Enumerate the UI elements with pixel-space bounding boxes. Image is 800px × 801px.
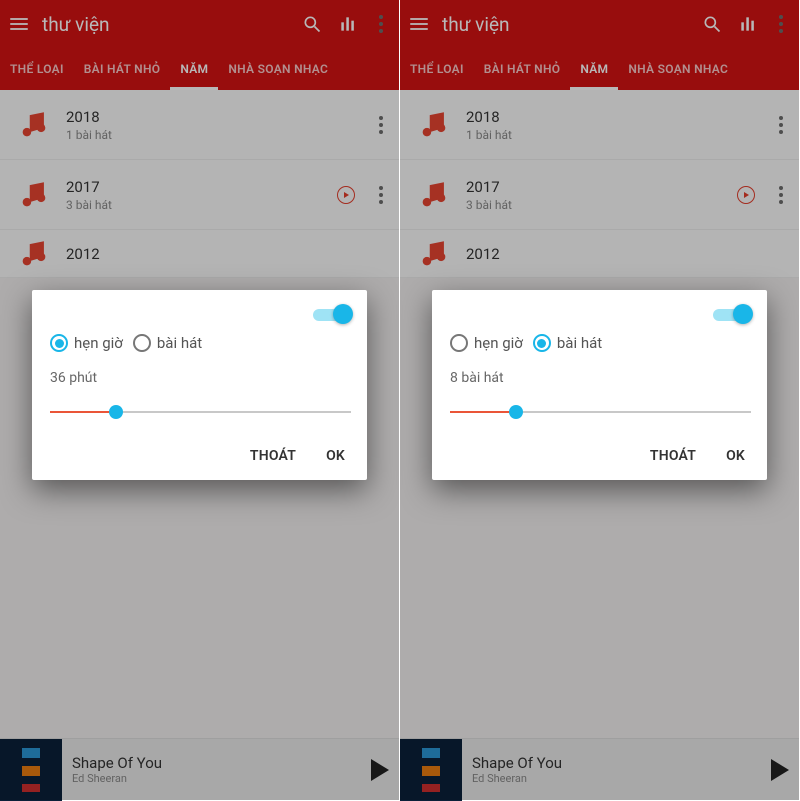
tab-composer[interactable]: NHÀ SOẠN NHẠC: [218, 48, 338, 90]
timer-enable-toggle[interactable]: [313, 304, 351, 324]
row-overflow-icon[interactable]: [773, 116, 789, 134]
year-list: 2018 1 bài hát 2017 3 bài hát 2012: [400, 90, 799, 278]
page-title: thư viện: [442, 13, 687, 36]
cancel-button[interactable]: THOÁT: [250, 448, 296, 464]
radio-group: hẹn giờ bài hát: [50, 334, 351, 352]
radio-songs[interactable]: [133, 334, 151, 352]
search-icon[interactable]: [701, 13, 723, 35]
list-item[interactable]: 2018 1 bài hát: [400, 90, 799, 160]
now-playing-artist: Ed Sheeran: [72, 772, 361, 785]
slider-value-label: 8 bài hát: [450, 370, 751, 386]
radio-group: hẹn giờ bài hát: [450, 334, 751, 352]
overflow-icon[interactable]: [773, 13, 789, 35]
now-playing-bar[interactable]: Shape Of You Ed Sheeran: [0, 738, 399, 800]
row-overflow-icon[interactable]: [373, 116, 389, 134]
radio-timer-label: hẹn giờ: [74, 334, 123, 352]
list-item[interactable]: 2012: [0, 230, 399, 278]
music-note-icon: [414, 234, 454, 274]
overflow-icon[interactable]: [373, 13, 389, 35]
screen-right: thư viện THỂ LOẠI BÀI HÁT NHỎ NĂM NHÀ SO…: [400, 0, 800, 800]
row-subtitle: 3 bài hát: [466, 198, 725, 212]
music-note-icon: [14, 175, 54, 215]
row-overflow-icon[interactable]: [373, 186, 389, 204]
search-icon[interactable]: [301, 13, 323, 35]
now-playing-artist: Ed Sheeran: [472, 772, 761, 785]
music-note-icon: [414, 175, 454, 215]
radio-timer-label: hẹn giờ: [474, 334, 523, 352]
now-playing-bar[interactable]: Shape Of You Ed Sheeran: [400, 738, 799, 800]
duration-slider[interactable]: [50, 404, 351, 420]
slider-value-label: 36 phút: [50, 370, 351, 386]
cancel-button[interactable]: THOÁT: [650, 448, 696, 464]
row-subtitle: 1 bài hát: [66, 128, 361, 142]
album-cover: [400, 739, 462, 801]
equalizer-icon[interactable]: [737, 13, 759, 35]
list-item[interactable]: 2012: [400, 230, 799, 278]
play-icon[interactable]: [737, 186, 755, 204]
row-title: 2017: [466, 178, 725, 196]
row-title: 2012: [466, 245, 789, 263]
play-button-icon[interactable]: [371, 759, 389, 781]
list-item[interactable]: 2017 3 bài hát: [0, 160, 399, 230]
radio-songs[interactable]: [533, 334, 551, 352]
play-icon[interactable]: [337, 186, 355, 204]
tab-genre[interactable]: THỂ LOẠI: [400, 48, 474, 90]
list-item[interactable]: 2017 3 bài hát: [400, 160, 799, 230]
radio-timer[interactable]: [450, 334, 468, 352]
tab-year[interactable]: NĂM: [570, 48, 618, 90]
tab-genre[interactable]: THỂ LOẠI: [0, 48, 74, 90]
row-subtitle: 3 bài hát: [66, 198, 325, 212]
menu-icon[interactable]: [410, 18, 428, 30]
tab-bar: THỂ LOẠI BÀI HÁT NHỎ NĂM NHÀ SOẠN NHẠC: [400, 48, 799, 90]
row-title: 2017: [66, 178, 325, 196]
ok-button[interactable]: OK: [726, 448, 745, 464]
music-note-icon: [414, 105, 454, 145]
play-button-icon[interactable]: [771, 759, 789, 781]
list-item[interactable]: 2018 1 bài hát: [0, 90, 399, 160]
row-title: 2018: [66, 108, 361, 126]
page-title: thư viện: [42, 13, 287, 36]
tab-small-songs[interactable]: BÀI HÁT NHỎ: [474, 48, 571, 90]
timer-enable-toggle[interactable]: [713, 304, 751, 324]
app-bar: thư viện: [0, 0, 399, 48]
sleep-timer-dialog: hẹn giờ bài hát 36 phút THOÁT OK: [32, 290, 367, 480]
row-title: 2018: [466, 108, 761, 126]
radio-songs-label: bài hát: [157, 334, 202, 352]
radio-timer[interactable]: [50, 334, 68, 352]
radio-songs-label: bài hát: [557, 334, 602, 352]
music-note-icon: [14, 105, 54, 145]
screen-left: thư viện THỂ LOẠI BÀI HÁT NHỎ NĂM NHÀ SO…: [0, 0, 400, 800]
now-playing-title: Shape Of You: [72, 754, 361, 772]
tab-bar: THỂ LOẠI BÀI HÁT NHỎ NĂM NHÀ SOẠN NHẠC: [0, 48, 399, 90]
album-cover: [0, 739, 62, 801]
music-note-icon: [14, 234, 54, 274]
row-overflow-icon[interactable]: [773, 186, 789, 204]
ok-button[interactable]: OK: [326, 448, 345, 464]
now-playing-title: Shape Of You: [472, 754, 761, 772]
equalizer-icon[interactable]: [337, 13, 359, 35]
menu-icon[interactable]: [10, 18, 28, 30]
row-subtitle: 1 bài hát: [466, 128, 761, 142]
tab-composer[interactable]: NHÀ SOẠN NHẠC: [618, 48, 738, 90]
tab-small-songs[interactable]: BÀI HÁT NHỎ: [74, 48, 171, 90]
row-title: 2012: [66, 245, 389, 263]
sleep-timer-dialog: hẹn giờ bài hát 8 bài hát THOÁT OK: [432, 290, 767, 480]
year-list: 2018 1 bài hát 2017 3 bài hát 2012: [0, 90, 399, 278]
tab-year[interactable]: NĂM: [170, 48, 218, 90]
app-bar: thư viện: [400, 0, 799, 48]
duration-slider[interactable]: [450, 404, 751, 420]
